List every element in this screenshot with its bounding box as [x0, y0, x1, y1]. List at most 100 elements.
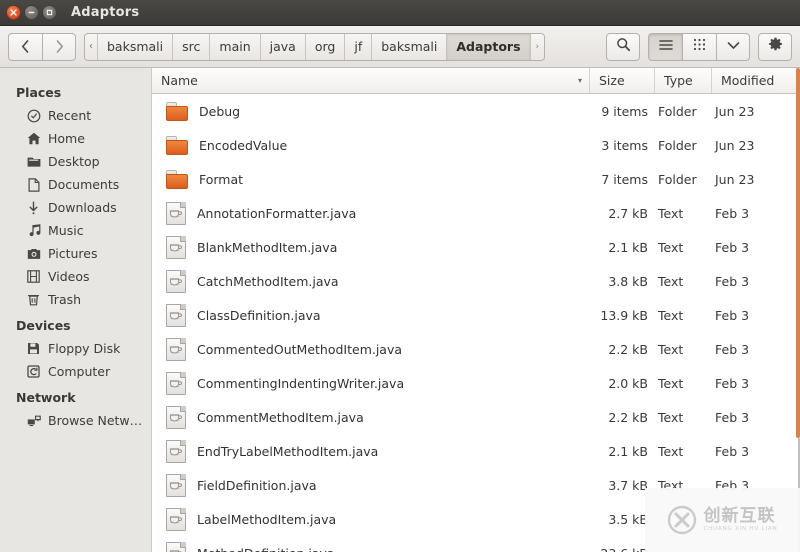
breadcrumb-next-button[interactable]: › [530, 33, 545, 60]
settings-button[interactable] [758, 32, 792, 61]
breadcrumb-item-java[interactable]: java [260, 33, 306, 60]
file-rows: Debug 9 items Folder Jun 23 EncodedValue 3 it… [152, 94, 800, 552]
file-type-cell: Text [658, 205, 684, 221]
sidebar-item-music[interactable]: Music [0, 219, 151, 242]
file-size-cell: 2.1 kB [608, 443, 648, 459]
file-size-cell: 9 items [601, 103, 648, 119]
file-type-cell: Text [658, 477, 684, 493]
grid-view-button[interactable] [682, 32, 716, 61]
list-view-icon [658, 39, 673, 55]
table-row[interactable]: ClassDefinition.java 13.9 kB Text Feb 3 [152, 298, 800, 332]
java-file-icon [166, 337, 186, 361]
file-type-cell: Folder [658, 103, 697, 119]
sidebar-item-pictures[interactable]: Pictures [0, 242, 151, 265]
file-size-cell: 3.5 kB [608, 511, 648, 527]
file-modified-cell: Feb 3 [715, 375, 750, 391]
java-file-icon [166, 303, 186, 327]
maximize-button[interactable] [42, 5, 57, 20]
table-row[interactable]: BlankMethodItem.java 2.1 kB Text Feb 3 [152, 230, 800, 264]
folder-icon [166, 169, 188, 189]
table-row[interactable]: EndTryLabelMethodItem.java 2.1 kB Text Feb … [152, 434, 800, 468]
breadcrumb-item-jf[interactable]: jf [345, 33, 373, 60]
camera-icon [26, 246, 41, 261]
file-name-label: EncodedValue [199, 137, 288, 153]
java-file-icon [166, 405, 186, 429]
trash-icon [26, 292, 41, 307]
java-file-icon [166, 541, 186, 552]
column-header-modified[interactable]: Modified [712, 68, 800, 93]
breadcrumb-item-baksmali-2[interactable]: baksmali [372, 33, 448, 60]
forward-button[interactable] [42, 32, 76, 61]
breadcrumb-item-org[interactable]: org [305, 33, 346, 60]
breadcrumb-item-main[interactable]: main [210, 33, 261, 60]
sidebar-item-videos[interactable]: Videos [0, 265, 151, 288]
table-row[interactable]: MethodDefinition.java 23.6 kB [152, 536, 800, 552]
sidebar-item-downloads[interactable]: Downloads [0, 196, 151, 219]
breadcrumb: ‹ baksmali src main java org jf baksmali… [84, 32, 546, 61]
sidebar-item-label: Home [48, 131, 85, 146]
file-size-cell: 3.8 kB [608, 273, 648, 289]
grid-view-icon [693, 38, 706, 55]
file-type-cell: Folder [658, 171, 697, 187]
file-modified-cell: Jun 23 [715, 171, 755, 187]
breadcrumb-item-src[interactable]: src [173, 33, 211, 60]
table-row[interactable]: CommentMethodItem.java 2.2 kB Text Feb 3 [152, 400, 800, 434]
folder-icon [166, 135, 188, 155]
breadcrumb-item-baksmali[interactable]: baksmali [98, 33, 174, 60]
file-name-cell: EncodedValue [152, 135, 590, 155]
search-button[interactable] [606, 32, 640, 61]
file-modified-cell: Feb 3 [715, 341, 750, 357]
sidebar-item-label: Browse Netw… [48, 413, 143, 428]
file-name-label: CatchMethodItem.java [197, 273, 339, 289]
gear-icon [768, 37, 783, 56]
table-row[interactable]: Format 7 items Folder Jun 23 [152, 162, 800, 196]
music-note-icon [26, 223, 41, 238]
desktop-folder-icon [26, 154, 41, 169]
table-row[interactable]: CommentingIndentingWriter.java 2.0 kB Text… [152, 366, 800, 400]
sidebar-item-computer[interactable]: Computer [0, 360, 151, 383]
view-options-button[interactable] [716, 32, 750, 61]
column-header-name[interactable]: Name ▾ [152, 68, 590, 93]
sidebar-item-trash[interactable]: Trash [0, 288, 151, 311]
table-row[interactable]: AnnotationFormatter.java 2.7 kB Text Feb 3 [152, 196, 800, 230]
chevron-down-icon [727, 39, 740, 54]
java-file-icon [166, 269, 186, 293]
file-size-cell: 13.9 kB [600, 307, 648, 323]
sidebar-item-browse-network[interactable]: Browse Netw… [0, 409, 151, 432]
table-row[interactable]: CommentedOutMethodItem.java 2.2 kB Text Feb… [152, 332, 800, 366]
breadcrumb-overflow-button[interactable]: ‹ [85, 33, 98, 60]
close-button[interactable] [6, 5, 21, 20]
vertical-scrollbar[interactable] [796, 68, 800, 552]
file-size-cell: 7 items [601, 171, 648, 187]
sidebar-item-recent[interactable]: Recent [0, 104, 151, 127]
floppy-disk-icon [26, 341, 41, 356]
column-header-name-label: Name [161, 73, 198, 88]
column-header-size[interactable]: Size [590, 68, 655, 93]
sidebar-item-home[interactable]: Home [0, 127, 151, 150]
sidebar-item-documents[interactable]: Documents [0, 173, 151, 196]
table-row[interactable]: FieldDefinition.java 3.7 kB Text Feb 3 [152, 468, 800, 502]
minimize-button[interactable] [24, 5, 39, 20]
table-row[interactable]: LabelMethodItem.java 3.5 kB [152, 502, 800, 536]
file-name-cell: CommentingIndentingWriter.java [152, 371, 590, 395]
scrollbar-thumb[interactable] [796, 68, 800, 438]
file-modified-cell: Feb 3 [715, 409, 750, 425]
java-file-icon [166, 439, 186, 463]
file-type-cell: Text [658, 341, 684, 357]
sidebar-item-desktop[interactable]: Desktop [0, 150, 151, 173]
sidebar-item-label: Pictures [48, 246, 98, 261]
back-button[interactable] [8, 32, 42, 61]
file-name-cell: Debug [152, 101, 590, 121]
table-row[interactable]: CatchMethodItem.java 3.8 kB Text Feb 3 [152, 264, 800, 298]
file-size-cell: 2.2 kB [608, 341, 648, 357]
sidebar-item-floppy-disk[interactable]: Floppy Disk [0, 337, 151, 360]
column-header-type[interactable]: Type [655, 68, 712, 93]
file-size-cell: 2.0 kB [608, 375, 648, 391]
file-size-cell: 23.6 kB [590, 546, 655, 552]
breadcrumb-item-adaptors[interactable]: Adaptors [447, 33, 531, 60]
file-size-cell: 2.2 kB [608, 409, 648, 425]
table-row[interactable]: Debug 9 items Folder Jun 23 [152, 94, 800, 128]
file-size-cell: 3 items [601, 137, 648, 153]
list-view-button[interactable] [648, 32, 682, 61]
table-row[interactable]: EncodedValue 3 items Folder Jun 23 [152, 128, 800, 162]
